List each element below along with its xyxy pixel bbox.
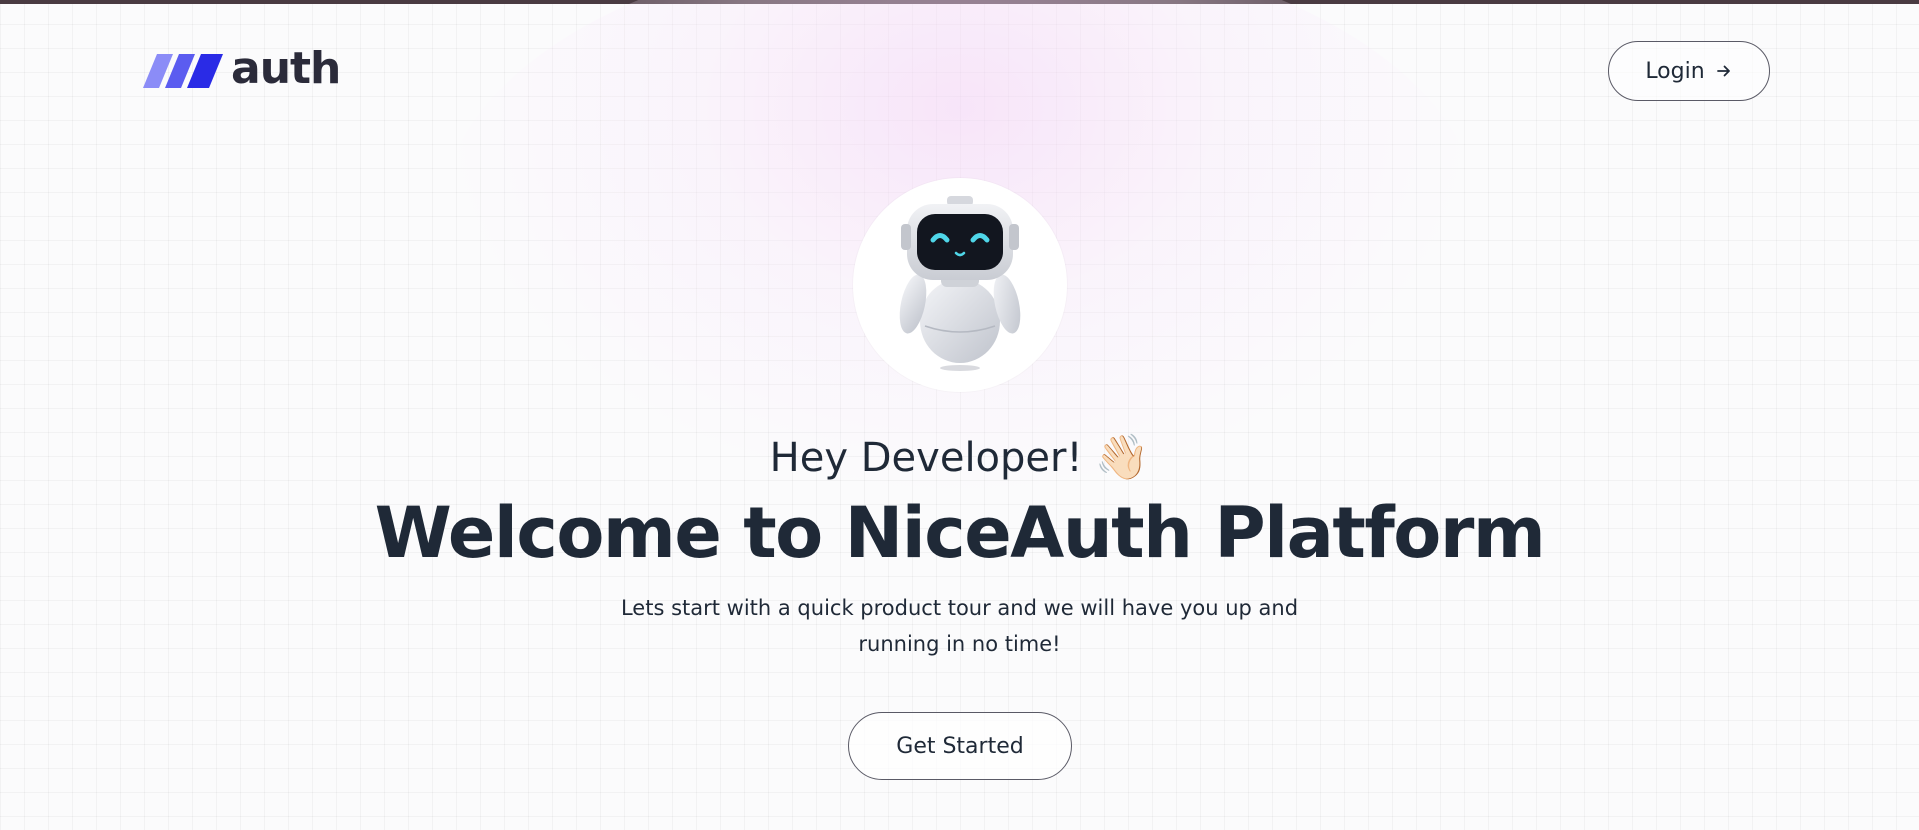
get-started-button[interactable]: Get Started [848, 712, 1072, 780]
login-button[interactable]: Login [1608, 41, 1770, 101]
logo[interactable]: auth [143, 47, 341, 91]
logo-text: auth [231, 43, 341, 94]
arrow-right-icon [1716, 65, 1730, 77]
robot-mascot-icon [899, 196, 1021, 371]
login-label: Login [1645, 58, 1705, 84]
hero-subtitle: Lets start with a quick product tour and… [620, 596, 1299, 656]
waving-hand-icon: 👋🏻 [1094, 432, 1150, 483]
top-accent-bar [0, 0, 1919, 4]
site-header: auth Login [143, 38, 1776, 104]
greeting-text: Hey Developer! [769, 435, 1083, 481]
robot-mascot-avatar [853, 178, 1067, 392]
logo-slashes-icon [143, 54, 223, 88]
greeting-heading: Hey Developer! 👋🏻 [0, 428, 1919, 488]
page-title: Welcome to NiceAuth Platform [374, 492, 1546, 574]
